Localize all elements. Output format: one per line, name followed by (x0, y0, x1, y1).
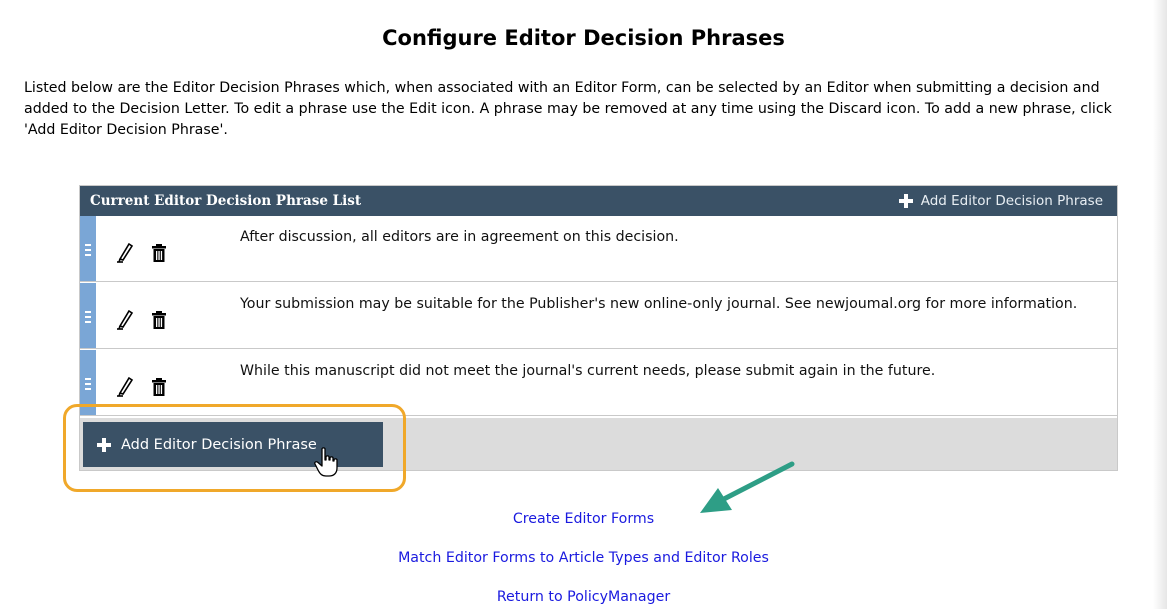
edit-icon[interactable] (116, 377, 134, 397)
match-editor-forms-label[interactable]: Match Editor Forms to Article Types and … (398, 550, 769, 566)
trash-icon[interactable] (152, 311, 166, 329)
table-row: While this manuscript did not meet the j… (80, 350, 1117, 416)
plus-icon (898, 193, 914, 209)
drag-handle-icon[interactable] (80, 350, 96, 415)
phrase-text: While this manuscript did not meet the j… (240, 363, 936, 379)
phrase-text: Your submission may be suitable for the … (240, 296, 1078, 312)
create-editor-forms-label[interactable]: Create Editor Forms (513, 511, 654, 527)
table-header: Current Editor Decision Phrase List Add … (80, 186, 1117, 216)
return-policymanager-link[interactable]: Return to PolicyManager (0, 589, 1167, 605)
table-row: After discussion, all editors are in agr… (80, 216, 1117, 282)
page-frame: Configure Editor Decision Phrases Listed… (0, 0, 1167, 609)
add-phrase-label: Add Editor Decision Phrase (121, 436, 317, 453)
create-editor-forms-link[interactable]: Create Editor Forms (0, 511, 1167, 527)
table-row: Your submission may be suitable for the … (80, 283, 1117, 349)
header-add-phrase-button[interactable]: Add Editor Decision Phrase (898, 191, 1103, 211)
trash-icon[interactable] (152, 378, 166, 396)
match-editor-forms-link[interactable]: Match Editor Forms to Article Types and … (0, 550, 1167, 566)
edit-icon[interactable] (116, 310, 134, 330)
page-title: Configure Editor Decision Phrases (382, 26, 785, 50)
header-add-phrase-label: Add Editor Decision Phrase (920, 193, 1103, 209)
drag-handle-icon[interactable] (80, 283, 96, 348)
return-policymanager-label[interactable]: Return to PolicyManager (497, 589, 670, 605)
plus-icon (96, 437, 112, 453)
edit-icon[interactable] (116, 243, 134, 263)
drag-handle-icon[interactable] (80, 216, 96, 281)
table-header-title: Current Editor Decision Phrase List (90, 193, 362, 209)
add-phrase-button[interactable]: Add Editor Decision Phrase (83, 422, 383, 467)
intro-text: Listed below are the Editor Decision Phr… (24, 80, 1112, 138)
trash-icon[interactable] (152, 244, 166, 262)
phrase-text: After discussion, all editors are in agr… (240, 229, 679, 245)
